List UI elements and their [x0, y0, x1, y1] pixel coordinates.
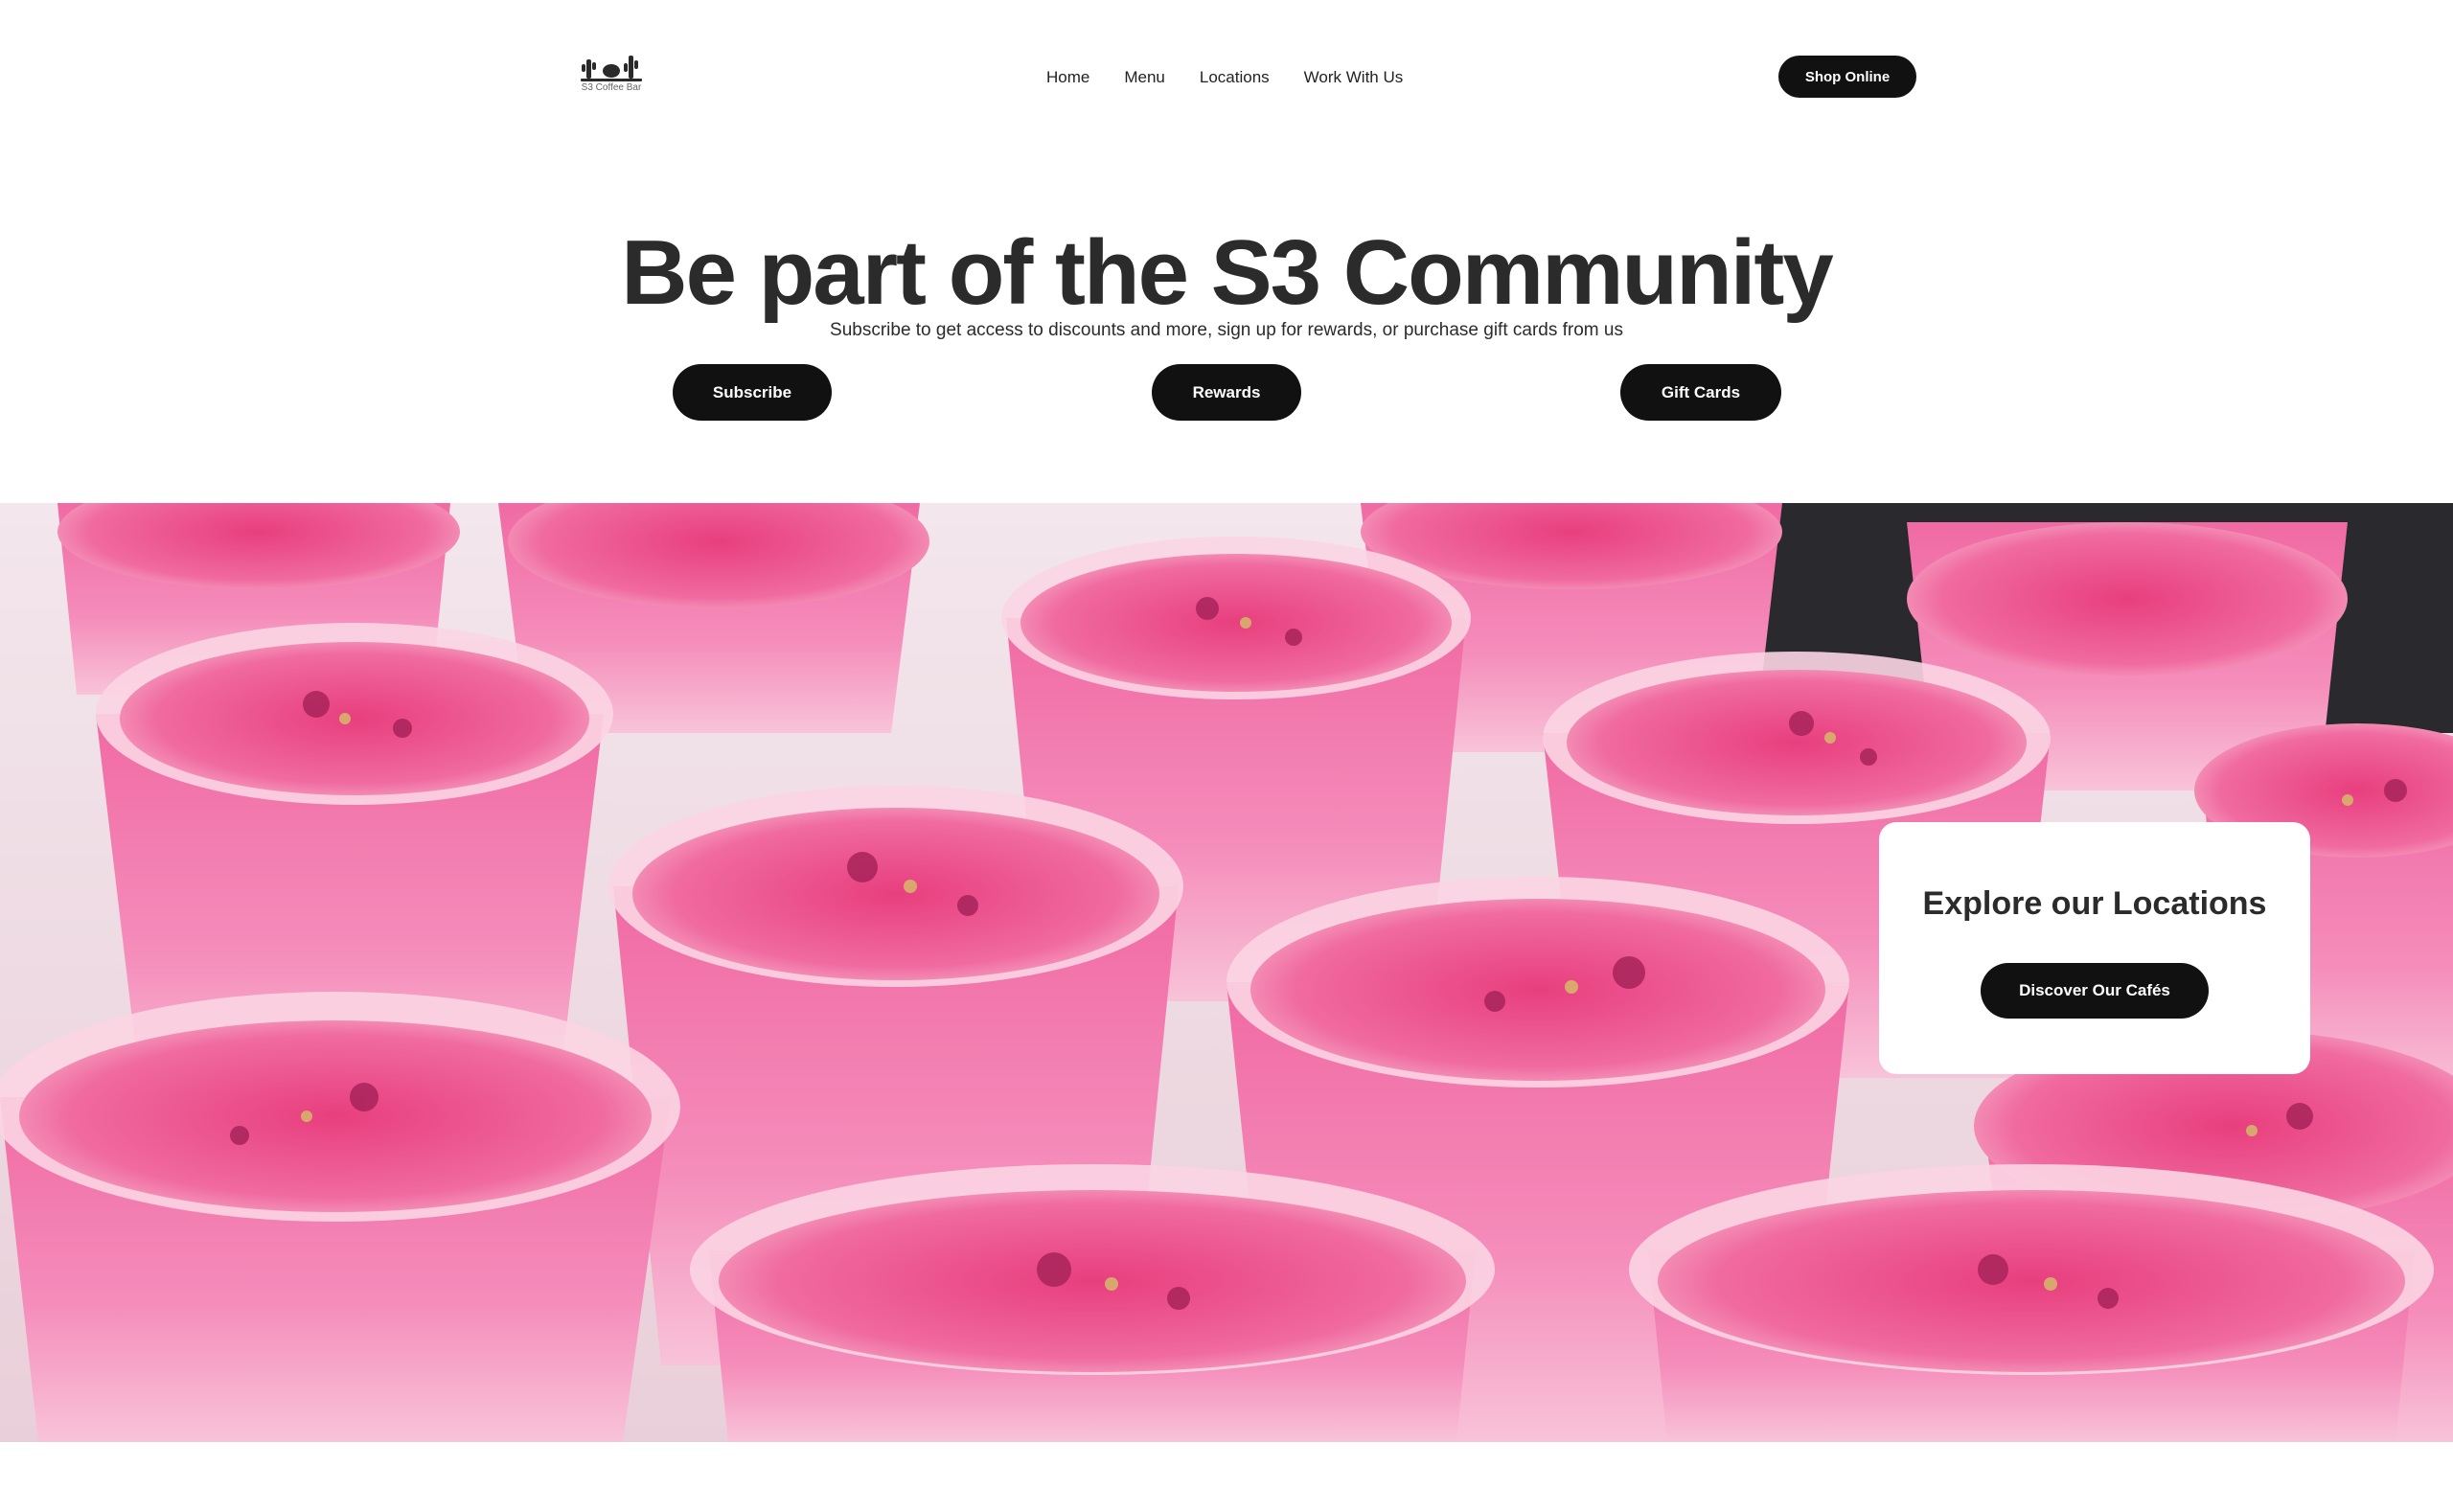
site-header: S3 Coffee Bar Home Menu Locations Work W… [0, 0, 2453, 153]
nav-work-with-us[interactable]: Work With Us [1304, 68, 1404, 87]
page-title: Be part of the S3 Community [621, 221, 1833, 324]
site-logo[interactable]: S3 Coffee Bar [579, 52, 644, 98]
nav-home[interactable]: Home [1046, 68, 1089, 87]
discover-cafes-button[interactable]: Discover Our Cafés [1981, 963, 2209, 1019]
locations-title: Explore our Locations [1922, 885, 2267, 922]
shop-online-button[interactable]: Shop Online [1778, 56, 1916, 98]
logo-text: S3 Coffee Bar [581, 82, 642, 93]
subscribe-button[interactable]: Subscribe [673, 364, 832, 421]
nav-locations[interactable]: Locations [1200, 68, 1270, 87]
hero-subtitle: Subscribe to get access to discounts and… [830, 320, 1623, 340]
locations-card: Explore our Locations Discover Our Cafés [1879, 822, 2310, 1074]
gift-cards-button[interactable]: Gift Cards [1620, 364, 1781, 421]
nav-menu[interactable]: Menu [1124, 68, 1165, 87]
rewards-button[interactable]: Rewards [1152, 364, 1301, 421]
main-nav: Home Menu Locations Work With Us [1046, 63, 1403, 92]
cactus-logo-icon [581, 56, 642, 81]
